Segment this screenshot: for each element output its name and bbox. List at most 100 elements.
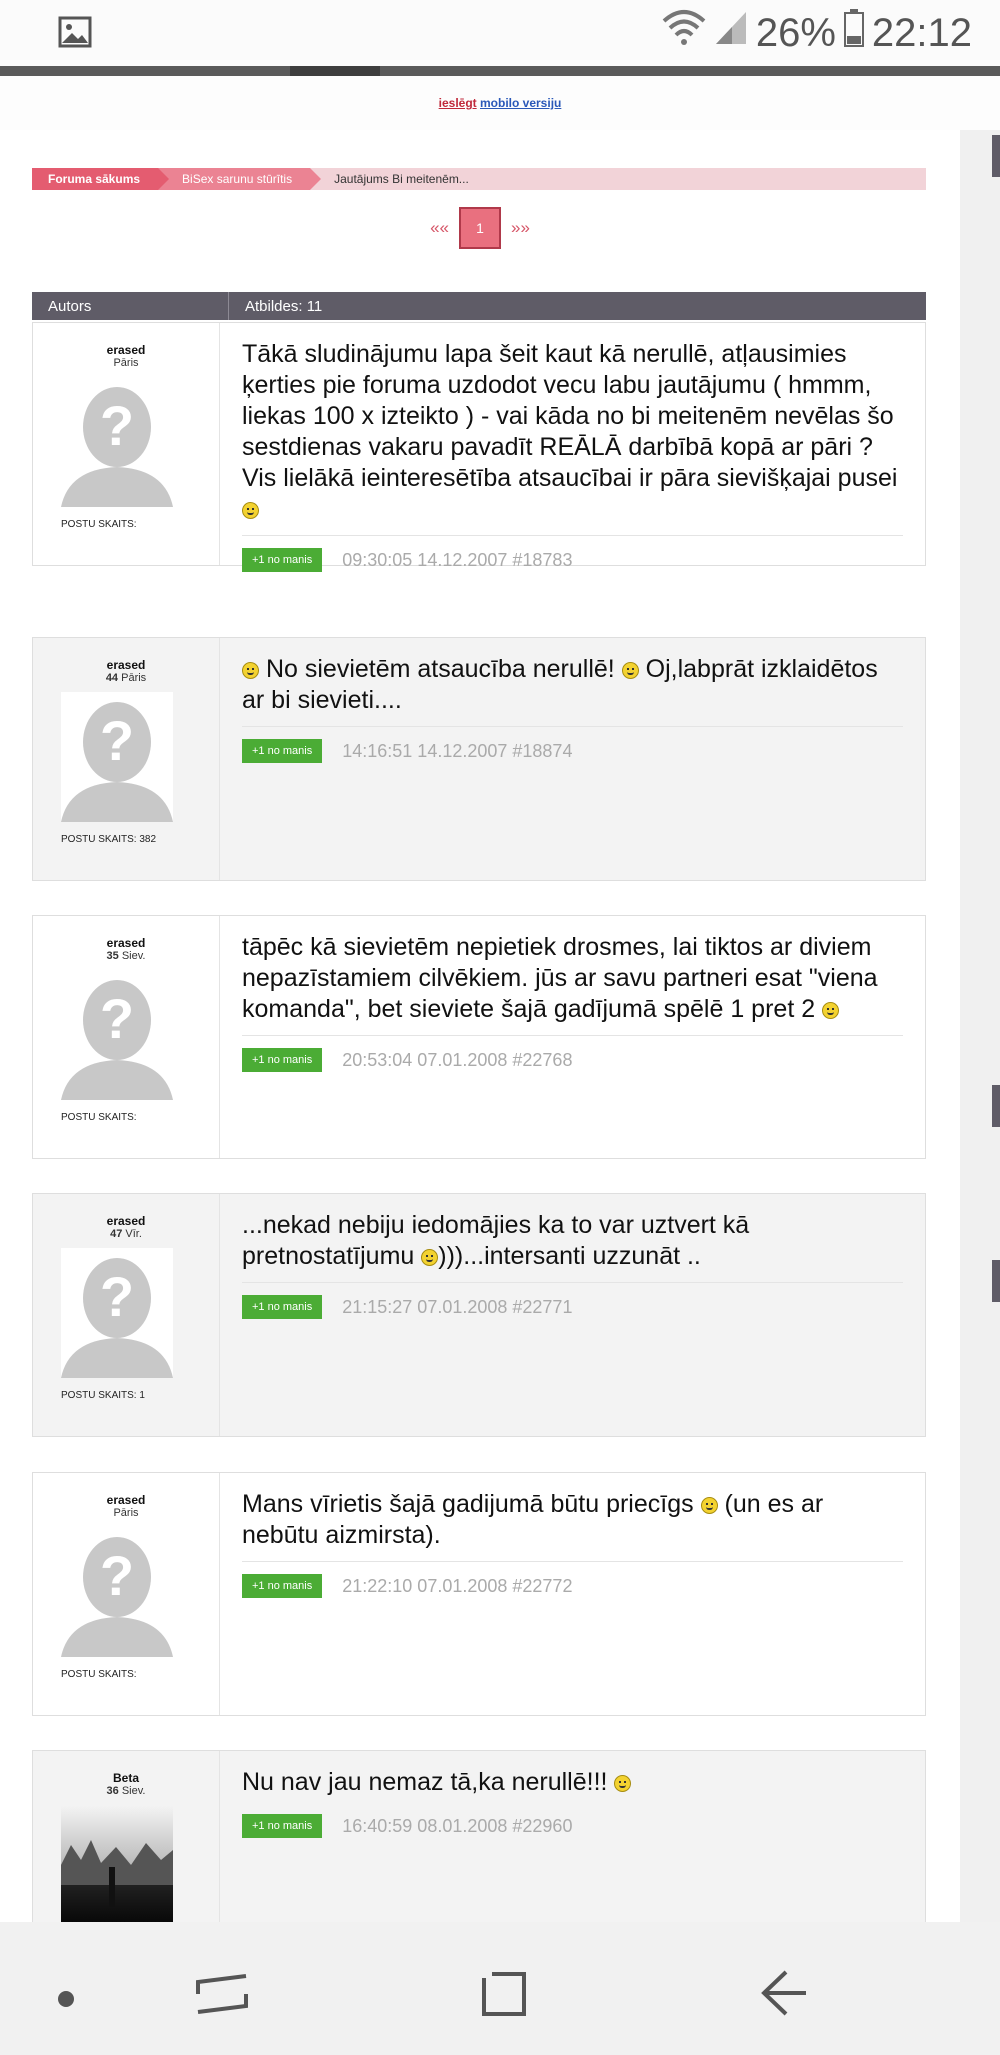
post-timestamp: 21:15:27 07.01.2008 #22771 <box>342 1296 573 1317</box>
author-name[interactable]: erased <box>33 936 219 950</box>
post-footer: +1 no manis 14:16:51 14.12.2007 #18874 <box>242 726 903 763</box>
wifi-icon <box>662 9 706 57</box>
home-dot-icon[interactable] <box>57 1990 75 2013</box>
default-avatar-icon[interactable]: ? <box>61 1248 173 1378</box>
author-meta: Pāris <box>113 357 139 369</box>
default-avatar-icon[interactable]: ? <box>61 692 173 822</box>
posts-table-header: Autors Atbildes: 11 <box>32 292 926 320</box>
post-text: Nu nav jau nemaz tā,ka nerullē!!! <box>242 1767 903 1798</box>
author-post-count: POSTU SKAITS: <box>61 1669 137 1680</box>
side-gutter <box>960 130 1000 1930</box>
post-timestamp: 21:22:10 07.01.2008 #22772 <box>342 1575 573 1596</box>
author-meta: 47 Vīr. <box>110 1228 142 1240</box>
post-timestamp: 20:53:04 07.01.2008 #22768 <box>342 1049 573 1070</box>
post-content: Tākā sludinājumu lapa šeit kaut kā nerul… <box>220 323 925 572</box>
back-icon[interactable] <box>760 1968 810 2023</box>
mobile-link-version[interactable]: mobilo versiju <box>480 96 561 110</box>
default-avatar-icon[interactable]: ? <box>61 1527 173 1657</box>
post-footer: +1 no manis 09:30:05 14.12.2007 #18783 <box>242 535 903 572</box>
signal-icon <box>714 10 748 56</box>
breadcrumb-bisex-corner[interactable]: BiSex sarunu stūrītis <box>158 168 322 190</box>
author-name[interactable]: erased <box>33 1214 219 1228</box>
author-meta: 36 Siev. <box>106 1785 146 1797</box>
smiley-icon <box>421 1248 439 1266</box>
last-page-link[interactable]: »» <box>511 218 530 238</box>
author-post-count: POSTU SKAITS: 382 <box>61 834 157 845</box>
system-navigation-bar <box>0 1922 1000 2055</box>
side-tab[interactable] <box>992 1085 1000 1127</box>
author-column-header: Autors <box>32 292 229 320</box>
plus-one-button[interactable]: +1 no manis <box>242 1574 323 1598</box>
post-footer: +1 no manis 21:22:10 07.01.2008 #22772 <box>242 1561 903 1598</box>
side-tab[interactable] <box>992 135 1000 177</box>
breadcrumb: Foruma sākums BiSex sarunu stūrītis Jaut… <box>32 168 926 190</box>
page-load-indicator <box>290 66 380 76</box>
post-footer: +1 no manis 21:15:27 07.01.2008 #22771 <box>242 1282 903 1319</box>
post-author: erased 44 Pāris ? POSTU SKAITS: 382 <box>33 638 220 880</box>
recents-icon[interactable] <box>196 1970 248 2023</box>
grin-smiley-icon <box>700 1496 718 1514</box>
svg-text:?: ? <box>100 1544 134 1607</box>
svg-text:?: ? <box>100 1265 134 1328</box>
cool-smiley-icon <box>822 1001 840 1019</box>
post-author: erased 47 Vīr. ? POSTU SKAITS: 1 <box>33 1194 220 1436</box>
breadcrumb-forum-home[interactable]: Foruma sākums <box>32 168 170 190</box>
author-meta: 44 Pāris <box>105 672 147 684</box>
post-author: erased Pāris ? POSTU SKAITS: <box>33 1473 220 1715</box>
forum-post: erased Pāris ? POSTU SKAITS: Tākā sludin… <box>32 322 926 572</box>
default-avatar-icon[interactable]: ? <box>61 377 173 507</box>
default-avatar-icon[interactable]: ? <box>61 970 173 1100</box>
author-meta: 35 Siev. <box>106 950 146 962</box>
author-name[interactable]: Beta <box>33 1771 219 1785</box>
post-text: Tākā sludinājumu lapa šeit kaut kā nerul… <box>242 339 903 525</box>
svg-text:?: ? <box>100 987 134 1050</box>
author-name[interactable]: erased <box>33 658 219 672</box>
smiley-icon <box>242 501 259 519</box>
plus-one-button[interactable]: +1 no manis <box>242 1814 323 1838</box>
page-load-track <box>0 66 1000 76</box>
forum-post: erased 35 Siev. ? POSTU SKAITS: tāpēc kā… <box>32 915 926 1159</box>
plus-one-button[interactable]: +1 no manis <box>242 739 323 763</box>
pagination: «« 1 »» <box>0 207 960 249</box>
mobile-link-enable[interactable]: ieslēgt <box>439 96 477 110</box>
svg-text:?: ? <box>100 709 134 772</box>
post-content: tāpēc kā sievietēm nepietiek drosmes, la… <box>220 916 925 1158</box>
post-footer: +1 no manis 16:40:59 08.01.2008 #22960 <box>242 1802 903 1838</box>
svg-text:?: ? <box>100 394 134 457</box>
plus-one-button[interactable]: +1 no manis <box>242 1295 323 1319</box>
current-page[interactable]: 1 <box>459 207 501 249</box>
post-footer: +1 no manis 20:53:04 07.01.2008 #22768 <box>242 1035 903 1072</box>
battery-percent: 26% <box>755 10 836 55</box>
plus-one-button[interactable]: +1 no manis <box>242 548 323 572</box>
smiley-icon <box>621 661 639 679</box>
status-bar: 26% 22:12 <box>0 0 1000 66</box>
clock: 22:12 <box>871 10 972 55</box>
user-photo-avatar[interactable] <box>61 1805 173 1935</box>
overview-icon[interactable] <box>480 1966 530 2023</box>
post-content: No sievietēm atsaucība nerullē! Oj,labpr… <box>220 638 925 880</box>
author-post-count: POSTU SKAITS: <box>61 1112 137 1123</box>
forum-post: erased 44 Pāris ? POSTU SKAITS: 382 No s… <box>32 637 926 881</box>
post-content: Mans vīrietis šajā gadijumā būtu priecīg… <box>220 1473 925 1715</box>
post-timestamp: 14:16:51 14.12.2007 #18874 <box>342 740 573 761</box>
side-tab[interactable] <box>992 1260 1000 1302</box>
author-post-count: POSTU SKAITS: <box>61 519 137 530</box>
first-page-link[interactable]: «« <box>430 218 449 238</box>
post-content: ...nekad nebiju iedomājies ka to var uzt… <box>220 1194 925 1436</box>
post-timestamp: 09:30:05 14.12.2007 #18783 <box>342 549 573 570</box>
post-text: tāpēc kā sievietēm nepietiek drosmes, la… <box>242 933 878 1023</box>
author-post-count: POSTU SKAITS: 1 <box>61 1390 145 1401</box>
laughing-smiley-icon <box>242 661 259 679</box>
laughing-smiley-icon <box>614 1774 632 1792</box>
mobile-version-link[interactable]: ieslēgt mobilo versiju <box>0 96 1000 110</box>
author-name[interactable]: erased <box>33 343 219 357</box>
forum-post: erased 47 Vīr. ? POSTU SKAITS: 1 ...neka… <box>32 1193 926 1437</box>
plus-one-button[interactable]: +1 no manis <box>242 1048 323 1072</box>
gallery-icon <box>58 16 92 53</box>
breadcrumb-current-topic: Jautājums Bi meitenēm... <box>334 172 469 186</box>
post-text: Mans vīrietis šajā gadijumā būtu priecīg… <box>242 1490 824 1549</box>
author-meta: Pāris <box>113 1507 139 1519</box>
author-name[interactable]: erased <box>33 1493 219 1507</box>
forum-post: erased Pāris ? POSTU SKAITS: Mans vīriet… <box>32 1472 926 1716</box>
post-text: No sievietēm atsaucība nerullē! Oj,labpr… <box>242 655 878 714</box>
